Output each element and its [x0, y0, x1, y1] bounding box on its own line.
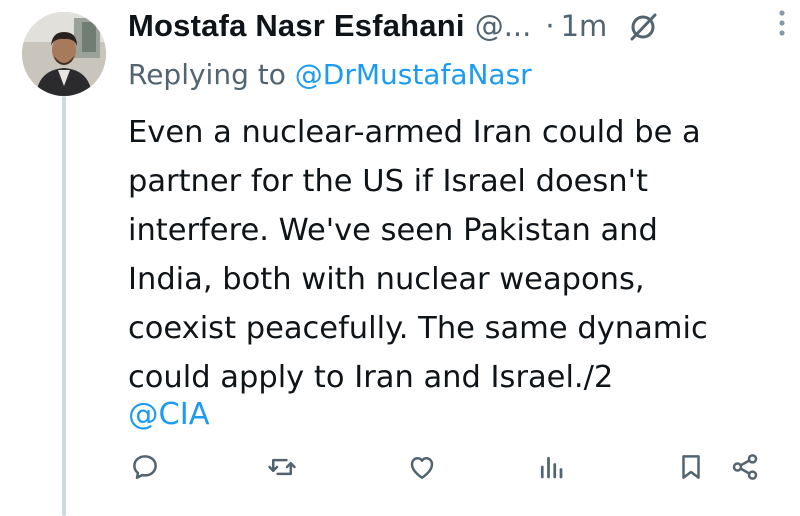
reply-bubble-icon[interactable] — [128, 450, 162, 484]
tweet-text-line: partner for the US if Israel doesn't — [128, 164, 648, 199]
tweet-text: Even a nuclear-armed Iran could be a par… — [128, 108, 768, 402]
bookmark-icon[interactable] — [674, 450, 708, 484]
share-icon[interactable] — [728, 450, 762, 484]
tweet-text-line: Even a nuclear-armed Iran could be a — [128, 115, 701, 150]
grok-slash-icon[interactable] — [627, 10, 659, 42]
retweet-icon[interactable] — [265, 450, 299, 484]
tweet-text-line: coexist peacefully. The same dynamic — [128, 311, 708, 346]
replying-to: Replying to @DrMustafaNasr — [128, 58, 532, 91]
tweet-text-line: India, both with nuclear weapons, — [128, 262, 645, 297]
thread-connector-line — [62, 96, 66, 516]
heart-icon[interactable] — [405, 450, 439, 484]
timestamp[interactable]: 1m — [561, 9, 608, 43]
tweet-header: Mostafa Nasr Esfahani @... · 1m — [128, 6, 778, 46]
cia-mention-link[interactable]: @CIA — [128, 390, 210, 439]
tweet[interactable]: Mostafa Nasr Esfahani @... · 1m Replying… — [0, 0, 800, 516]
reply-to-mention[interactable]: @DrMustafaNasr — [295, 58, 532, 91]
tweet-text-line: interfere. We've seen Pakistan and — [128, 213, 658, 248]
display-name[interactable]: Mostafa Nasr Esfahani — [128, 8, 465, 44]
tweet-text-line: could apply to Iran and Israel./2 — [128, 360, 614, 395]
separator-dot: · — [545, 9, 555, 43]
views-bars-icon[interactable] — [534, 450, 568, 484]
user-handle[interactable]: @... — [475, 9, 532, 43]
tweet-actions — [128, 448, 768, 488]
avatar[interactable] — [22, 12, 106, 96]
replying-to-label: Replying to — [128, 58, 286, 91]
more-vertical-icon[interactable] — [776, 8, 788, 38]
